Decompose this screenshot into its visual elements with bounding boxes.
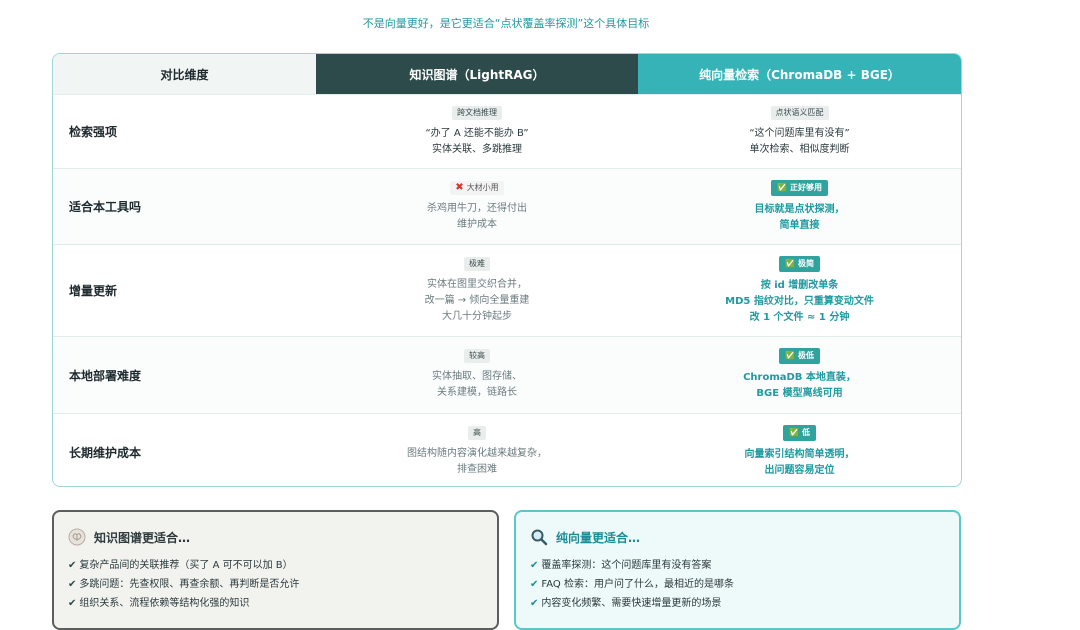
vec-tag: ✅ 低 [783, 425, 816, 441]
vec-text: 单次检索、相似度判断 [749, 143, 850, 155]
table-row: 增量更新 极难 实体在图里交织合并， 改一篇 → 倾向全量重建 大几十分钟起步 … [53, 244, 961, 336]
kg-text: 大几十分钟起步 [442, 310, 512, 322]
list-item-text: 覆盖率探测：这个问题库里有没有答案 [541, 560, 712, 571]
checkmark-icon: ✔ [530, 598, 539, 609]
check-icon: ✅ [785, 351, 795, 360]
kg-text: 维护成本 [457, 218, 497, 230]
vec-tag: ✅ 正好够用 [771, 179, 828, 196]
list-item: ✔ 组织关系、流程依赖等结构化强的知识 [68, 594, 483, 613]
vector-card: 纯向量更适合… ✔ 覆盖率探测：这个问题库里有没有答案 ✔ FAQ 检索：用户问了什… [514, 510, 961, 630]
vec-text: MD5 指纹对比，只重算变动文件 [725, 295, 874, 307]
row-vec-cell: ✅ 极低 ChromaDB 本地直装， BGE 模型离线可用 [638, 337, 961, 413]
table-row: 检索强项 跨文档推理 “办了 A 还能不能办 B” 实体关联、多跳推理 点状语义… [53, 94, 961, 168]
table-header: 对比维度 知识图谱（LightRAG） 纯向量检索（ChromaDB + BGE… [53, 54, 961, 94]
list-item-text: 组织关系、流程依赖等结构化强的知识 [79, 598, 250, 609]
row-kg-cell: 较高 实体抽取、图存储、 关系建模，链路长 [316, 337, 638, 413]
row-dimension: 检索强项 [69, 125, 118, 139]
vec-tag: ✅ 极简 [779, 255, 820, 272]
card-title-text: 纯向量更适合… [556, 530, 641, 545]
vec-text: 出问题容易定位 [764, 465, 835, 476]
kg-text: 关系建模，链路长 [437, 387, 517, 398]
checkmark-icon: ✔ [530, 579, 539, 590]
brain-icon [68, 528, 86, 546]
kg-text: 实体抽取、图存储、 [432, 371, 522, 382]
row-vec-cell: ✅ 低 向量索引结构简单透明， 出问题容易定位 [638, 414, 961, 486]
table-row: 适合本工具吗 ✖ 大材小用 杀鸡用牛刀，还得付出 维护成本 ✅ 正好够用 目标就是点… [53, 168, 961, 244]
card-title: 知识图谱更适合… [68, 528, 483, 546]
row-vec-cell: 点状语义匹配 “这个问题库里有没有” 单次检索、相似度判断 [638, 95, 961, 168]
checkmark-icon: ✔ [68, 598, 77, 609]
list-item: ✔ 内容变化频繁、需要快速增量更新的场景 [530, 594, 945, 613]
card-title-text: 知识图谱更适合… [94, 530, 191, 545]
check-icon: ✅ [789, 428, 799, 437]
check-icon: ✅ [785, 258, 795, 268]
row-vec-cell: ✅ 正好够用 目标就是点状探测， 简单直接 [638, 169, 961, 244]
header-vector: 纯向量检索（ChromaDB + BGE） [638, 54, 961, 94]
kg-text: 实体在图里交织合并， [427, 278, 527, 290]
row-dimension: 适合本工具吗 [69, 200, 142, 214]
vec-text: “这个问题库里有没有” [749, 127, 850, 139]
vec-text: 按 id 增删改单条 [760, 279, 839, 291]
vec-text: ChromaDB 本地直装， [743, 372, 856, 383]
comparison-table: 对比维度 知识图谱（LightRAG） 纯向量检索（ChromaDB + BGE… [52, 53, 962, 487]
row-vec-cell: ✅ 极简 按 id 增删改单条 MD5 指纹对比，只重算变动文件 改 1 个文件 … [638, 245, 961, 336]
list-item-text: 复杂产品间的关联推荐（买了 A 可不可以加 B） [79, 560, 293, 571]
list-item-text: 多跳问题：先查权限、再查余额、再判断是否允许 [79, 579, 300, 590]
vec-text: 目标就是点状探测， [754, 203, 845, 215]
list-item-text: FAQ 检索：用户问了什么，最相近的是哪条 [541, 579, 734, 590]
kg-text: 图结构随内容演化越来越复杂， [407, 448, 547, 459]
row-kg-cell: 高 图结构随内容演化越来越复杂， 排查困难 [316, 414, 638, 486]
vec-tag-label: 低 [801, 428, 810, 437]
kg-tag: 极难 [464, 256, 490, 271]
kg-text: 实体关联、多跳推理 [432, 143, 522, 155]
magnifier-icon [530, 528, 548, 546]
list-item: ✔ 多跳问题：先查权限、再查余额、再判断是否允许 [68, 575, 483, 594]
row-kg-cell: ✖ 大材小用 杀鸡用牛刀，还得付出 维护成本 [316, 169, 638, 244]
table-row: 本地部署难度 较高 实体抽取、图存储、 关系建模，链路长 ✅ 极低 ChromaD… [53, 336, 961, 413]
vec-text: BGE 模型离线可用 [756, 388, 843, 399]
kg-tag: 高 [468, 426, 486, 440]
vec-tag: 点状语义匹配 [770, 105, 829, 120]
row-kg-cell: 跨文档推理 “办了 A 还能不能办 B” 实体关联、多跳推理 [316, 95, 638, 168]
row-dimension: 本地部署难度 [69, 368, 142, 383]
checkmark-icon: ✔ [530, 560, 539, 571]
vec-text: 改 1 个文件 ≈ 1 分钟 [749, 311, 850, 323]
row-dimension: 增量更新 [69, 284, 118, 298]
header-dimension: 对比维度 [53, 54, 316, 94]
kg-tag: 较高 [464, 349, 490, 363]
card-title: 纯向量更适合… [530, 528, 945, 546]
knowledge-graph-card: 知识图谱更适合… ✔ 复杂产品间的关联推荐（买了 A 可不可以加 B） ✔ 多跳问题… [52, 510, 499, 630]
vec-tag-label: 正好够用 [789, 182, 822, 192]
kg-text: 杀鸡用牛刀，还得付出 [427, 202, 527, 214]
kg-text: 排查困难 [457, 464, 497, 475]
header-knowledge-graph: 知识图谱（LightRAG） [316, 54, 638, 94]
row-kg-cell: 极难 实体在图里交织合并， 改一篇 → 倾向全量重建 大几十分钟起步 [316, 245, 638, 336]
list-item: ✔ FAQ 检索：用户问了什么，最相近的是哪条 [530, 575, 945, 594]
vec-text: 向量索引结构简单透明， [744, 449, 855, 460]
list-item-text: 内容变化频繁、需要快速增量更新的场景 [541, 598, 722, 609]
vec-tag: ✅ 极低 [779, 348, 820, 364]
checkmark-icon: ✔ [68, 579, 77, 590]
checkmark-icon: ✔ [68, 560, 77, 571]
row-dimension: 长期维护成本 [69, 445, 142, 460]
kg-text: 改一篇 → 倾向全量重建 [424, 294, 530, 306]
list-item: ✔ 复杂产品间的关联推荐（买了 A 可不可以加 B） [68, 556, 483, 575]
vec-text: 简单直接 [779, 219, 820, 231]
vec-tag-label: 极简 [797, 258, 814, 268]
table-row: 长期维护成本 高 图结构随内容演化越来越复杂， 排查困难 ✅ 低 向量索引结构简单… [53, 413, 961, 486]
page-subtitle: 不是向量更好，是它更适合“点状覆盖率探测”这个具体目标 [362, 17, 650, 30]
list-item: ✔ 覆盖率探测：这个问题库里有没有答案 [530, 556, 945, 575]
kg-tag-label: 大材小用 [466, 182, 499, 192]
kg-tag: 跨文档推理 [452, 105, 502, 120]
check-icon: ✅ [777, 182, 787, 192]
cross-icon: ✖ [455, 181, 464, 193]
kg-text: “办了 A 还能不能办 B” [425, 127, 529, 139]
vec-tag-label: 极低 [797, 351, 814, 360]
kg-tag: ✖ 大材小用 [450, 180, 504, 195]
